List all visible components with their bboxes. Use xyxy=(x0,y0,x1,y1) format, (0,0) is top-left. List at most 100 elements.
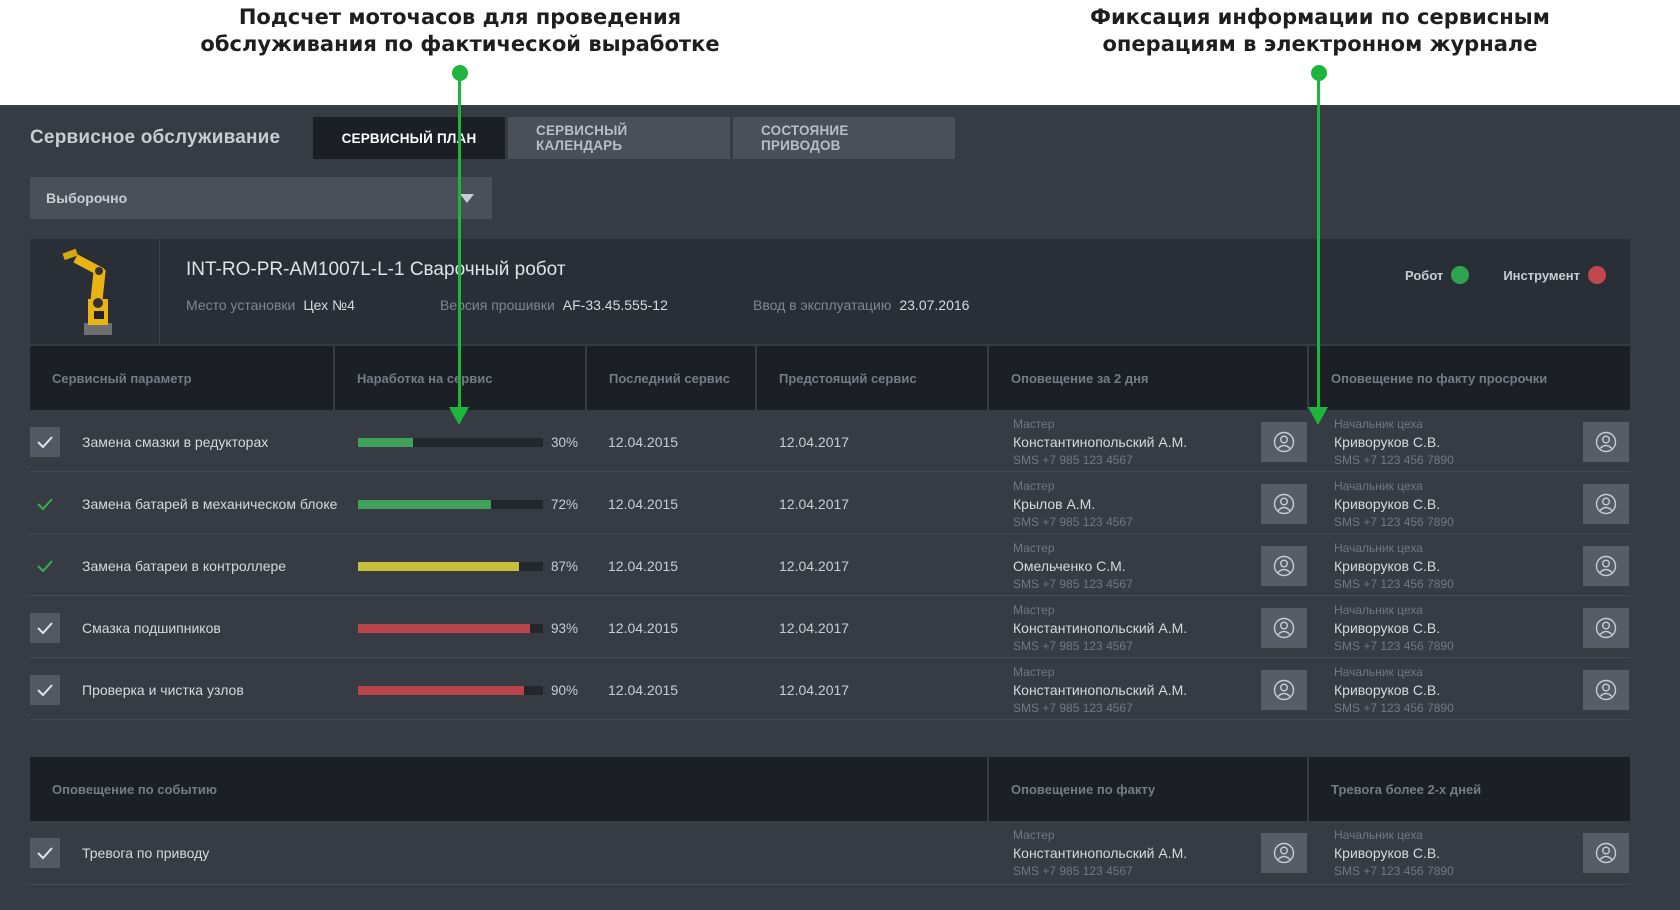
notify-master-role: Мастер xyxy=(1013,665,1055,679)
notify-master-sms: SMS +7 985 123 4567 xyxy=(1013,701,1133,715)
notify-master-name: Крылов А.М. xyxy=(1013,496,1096,512)
annotation-left-line xyxy=(458,73,461,409)
checkmark-icon xyxy=(36,621,54,635)
service-parameter-name: Смазка подшипников xyxy=(82,620,221,636)
notify-master-user-button[interactable] xyxy=(1261,422,1307,462)
commission-value: 23.07.2016 xyxy=(899,297,970,313)
last-service-date: 12.04.2015 xyxy=(608,434,679,450)
notify-chief-sms: SMS +7 123 456 7890 xyxy=(1334,453,1454,467)
checkmark-icon xyxy=(36,497,54,511)
row-checkbox[interactable] xyxy=(30,551,60,581)
runtime-progress: 93% xyxy=(358,596,578,660)
notify-master-user-button[interactable] xyxy=(1261,484,1307,524)
notify-chief-contact: Начальник цеха Криворуков С.В. SMS +7 123 … xyxy=(1334,472,1454,536)
annotation-left-arrow xyxy=(449,407,469,425)
notify-master-role: Мастер xyxy=(1013,828,1055,842)
notify-chief-sms: SMS +7 123 456 7890 xyxy=(1334,515,1454,529)
user-icon xyxy=(1595,617,1617,639)
user-icon xyxy=(1273,679,1295,701)
notify-master-contact: Мастер Крылов А.М. SMS +7 985 123 4567 xyxy=(1013,472,1133,536)
notify-chief-name: Криворуков С.В. xyxy=(1334,496,1441,512)
location-meta: Место установки Цех №4 xyxy=(186,297,440,313)
runtime-progress: 90% xyxy=(358,658,578,722)
last-service-date: 12.04.2015 xyxy=(608,620,679,636)
notify-chief-name: Криворуков С.В. xyxy=(1334,558,1441,574)
tool-status-dot xyxy=(1588,266,1606,284)
notify-chief-role: Начальник цеха xyxy=(1334,828,1423,842)
progress-percent: 87% xyxy=(550,558,578,574)
notify-master-sms: SMS +7 985 123 4567 xyxy=(1013,639,1133,653)
notify-master-user-button[interactable] xyxy=(1261,546,1307,586)
notify-chief-sms: SMS +7 123 456 7890 xyxy=(1334,639,1454,653)
checkmark-icon xyxy=(36,559,54,573)
legend-tool-label: Инструмент xyxy=(1503,267,1580,283)
notify-master-user-button[interactable] xyxy=(1261,833,1307,873)
user-icon xyxy=(1595,493,1617,515)
chevron-down-icon xyxy=(460,194,474,203)
notify-chief-user-button[interactable] xyxy=(1583,484,1629,524)
notify-chief-user-button[interactable] xyxy=(1583,608,1629,648)
welding-robot-icon xyxy=(62,248,112,335)
progress-percent: 72% xyxy=(550,496,578,512)
column-alarm-2days: Тревога более 2-х дней xyxy=(1309,757,1630,821)
row-checkbox[interactable] xyxy=(30,838,60,868)
tab-service-calendar[interactable]: СЕРВИСНЫЙ КАЛЕНДАРЬ xyxy=(508,117,730,159)
service-app: Сервисное обслуживание СЕРВИСНЫЙ ПЛАН СЕ… xyxy=(0,105,1680,910)
row-checkbox[interactable] xyxy=(30,613,60,643)
selection-dropdown[interactable]: Выборочно xyxy=(30,177,492,219)
annotation-right-title: Фиксация информации по сервисным операци… xyxy=(1090,5,1550,56)
notify-master-user-button[interactable] xyxy=(1261,608,1307,648)
last-service-date: 12.04.2015 xyxy=(608,496,679,512)
table-row: Тревога по приводу Мастер Константинопольс… xyxy=(30,821,1630,885)
notify-master-role: Мастер xyxy=(1013,603,1055,617)
row-checkbox[interactable] xyxy=(30,427,60,457)
commission-meta: Ввод в эксплуатацию 23.07.2016 xyxy=(753,297,969,313)
table-row: Замена смазки в редукторах 30% 12.04.2015 1… xyxy=(30,410,1630,472)
progress-fill xyxy=(358,623,531,633)
location-value: Цех №4 xyxy=(303,297,355,313)
notify-chief-user-button[interactable] xyxy=(1583,833,1629,873)
device-card: INT-RO-PR-AM1007L-L-1 Сварочный робот Ме… xyxy=(30,239,1630,344)
notify-chief-user-button[interactable] xyxy=(1583,670,1629,710)
annotation-left-title: Подсчет моточасов для проведения обслужи… xyxy=(200,5,720,56)
notify-master-contact: Мастер Константинопольский А.М. SMS +7 985… xyxy=(1013,821,1187,885)
row-checkbox[interactable] xyxy=(30,675,60,705)
row-checkbox[interactable] xyxy=(30,489,60,519)
column-notify-2days: Оповещение за 2 дня xyxy=(989,346,1307,410)
column-notify-overdue: Оповещение по факту просрочки xyxy=(1309,346,1630,410)
progress-fill xyxy=(358,561,519,571)
notify-chief-name: Криворуков С.В. xyxy=(1334,434,1441,450)
runtime-progress: 72% xyxy=(358,472,578,536)
notify-chief-user-button[interactable] xyxy=(1583,422,1629,462)
notify-chief-sms: SMS +7 123 456 7890 xyxy=(1334,577,1454,591)
tab-drive-state[interactable]: СОСТОЯНИЕ ПРИВОДОВ xyxy=(733,117,955,159)
service-parameter-name: Замена батарей в механическом блоке xyxy=(82,496,338,512)
column-service-parameter: Сервисный параметр xyxy=(30,346,333,410)
user-icon xyxy=(1273,493,1295,515)
column-event-notification: Оповещение по событию xyxy=(30,757,987,821)
legend-robot-label: Робот xyxy=(1405,267,1444,283)
progress-fill xyxy=(358,499,492,509)
device-meta: Место установки Цех №4 Версия прошивки A… xyxy=(186,297,969,313)
app-header: Сервисное обслуживание xyxy=(30,117,280,159)
column-fact-notification: Оповещение по факту xyxy=(989,757,1307,821)
user-icon xyxy=(1595,555,1617,577)
last-service-date: 12.04.2015 xyxy=(608,682,679,698)
notify-master-contact: Мастер Константинопольский А.М. SMS +7 985… xyxy=(1013,410,1187,474)
progress-fill xyxy=(358,685,525,695)
notify-master-user-button[interactable] xyxy=(1261,670,1307,710)
table-row: Проверка и чистка узлов 90% 12.04.2015 12.0… xyxy=(30,658,1630,720)
user-icon xyxy=(1273,555,1295,577)
checkmark-icon xyxy=(36,683,54,697)
notify-chief-name: Криворуков С.В. xyxy=(1334,845,1441,861)
next-service-date: 12.04.2017 xyxy=(779,558,850,574)
notify-master-contact: Мастер Омельченко С.М. SMS +7 985 123 4567 xyxy=(1013,534,1133,598)
notify-chief-sms: SMS +7 123 456 7890 xyxy=(1334,864,1454,878)
tab-service-plan[interactable]: СЕРВИСНЫЙ ПЛАН xyxy=(313,117,505,159)
service-parameter-name: Замена смазки в редукторах xyxy=(82,434,269,450)
user-icon xyxy=(1595,679,1617,701)
next-service-date: 12.04.2017 xyxy=(779,496,850,512)
user-icon xyxy=(1595,842,1617,864)
user-icon xyxy=(1595,431,1617,453)
notify-chief-user-button[interactable] xyxy=(1583,546,1629,586)
